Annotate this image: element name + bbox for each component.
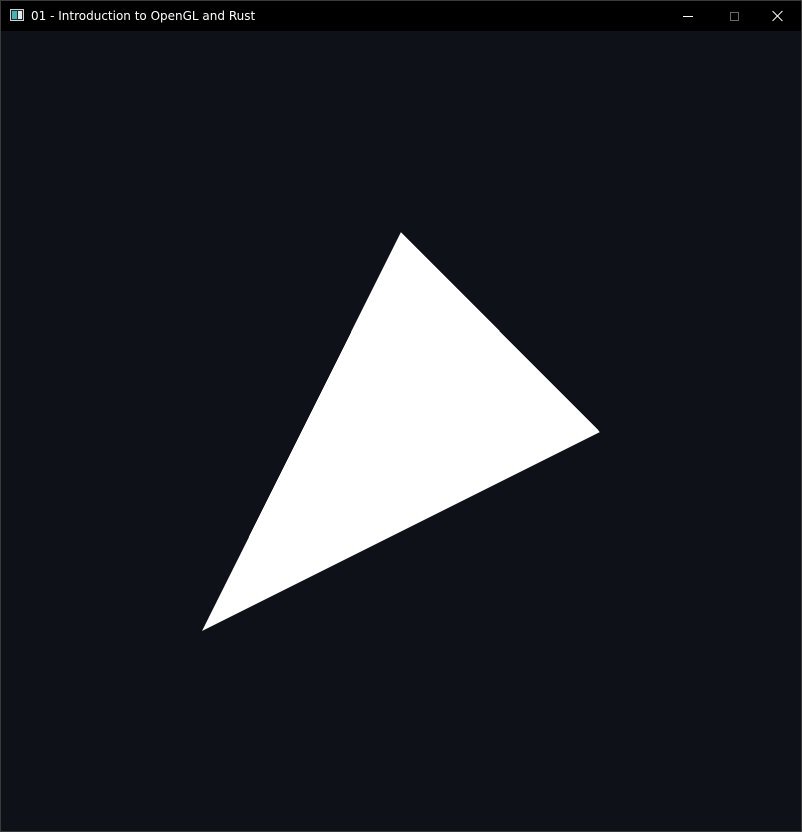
opengl-viewport (1, 31, 801, 831)
window-title: 01 - Introduction to OpenGL and Rust (31, 9, 256, 23)
maximize-button[interactable] (711, 1, 757, 31)
white-triangle (202, 232, 600, 631)
minimize-icon (683, 15, 693, 17)
app-window-icon (10, 9, 24, 21)
app-window: 01 - Introduction to OpenGL and Rust (0, 0, 802, 832)
close-icon (772, 10, 784, 22)
title-bar[interactable]: 01 - Introduction to OpenGL and Rust (1, 1, 801, 31)
render-canvas (202, 232, 600, 631)
maximize-icon (729, 11, 739, 21)
close-button[interactable] (755, 1, 801, 31)
minimize-button[interactable] (665, 1, 711, 31)
